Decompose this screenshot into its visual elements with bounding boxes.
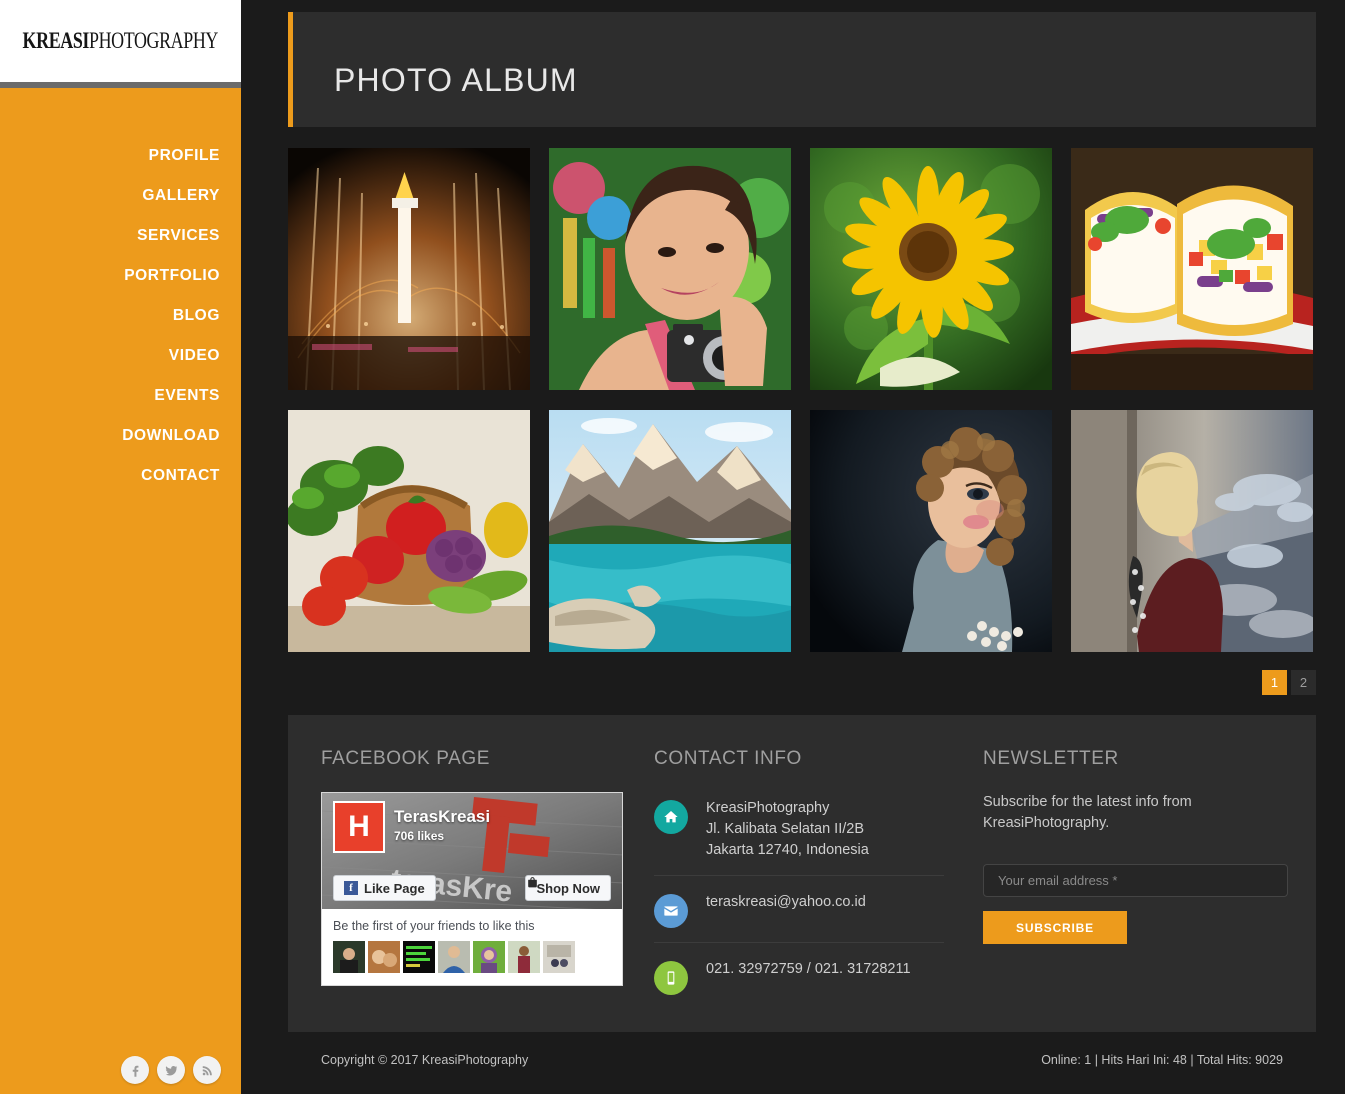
sidebar-item-profile[interactable]: PROFILE: [0, 136, 241, 176]
facebook-shop-now-button[interactable]: Shop Now: [525, 875, 611, 901]
facebook-cover-photo: terasKre H TerasKreasi 706 likes f Like …: [322, 793, 622, 909]
address-line-1: KreasiPhotography: [706, 800, 830, 816]
address-line-2: Jl. Kalibata Selatan II/2B: [706, 821, 864, 837]
sidebar-item-events[interactable]: EVENTS: [0, 376, 241, 416]
contact-phone: 021. 32972759 / 021. 31728211: [706, 961, 911, 977]
facebook-friend-thumb: [438, 941, 470, 973]
pagination-page-2[interactable]: 2: [1291, 670, 1316, 695]
contact-email-row: teraskreasi@yahoo.co.id: [654, 886, 944, 942]
avatar-glyph: H: [348, 810, 370, 843]
footer-facebook-column: FACEBOOK PAGE terasKre H TerasKreasi 706…: [321, 748, 623, 986]
copyright-bar: Copyright © 2017 KreasiPhotography Onlin…: [288, 1040, 1316, 1080]
gallery-photo-8[interactable]: [1071, 410, 1313, 652]
site-stats: Online: 1 | Hits Hari Ini: 48 | Total Hi…: [1041, 1053, 1283, 1067]
facebook-friend-thumb: [473, 941, 505, 973]
sidebar-item-download[interactable]: DOWNLOAD: [0, 416, 241, 456]
logo-text: KREASIPHOTOGRAPHY: [22, 28, 219, 54]
footer: FACEBOOK PAGE terasKre H TerasKreasi 706…: [288, 715, 1316, 1032]
facebook-friends-text: Be the first of your friends to like thi…: [333, 919, 535, 933]
shopping-bag-icon: [528, 877, 538, 888]
facebook-like-page-button[interactable]: f Like Page: [333, 875, 436, 901]
rss-icon[interactable]: [193, 1056, 221, 1084]
facebook-friend-thumb: [403, 941, 435, 973]
footer-contact-column: CONTACT INFO KreasiPhotography Jl. Kalib…: [654, 748, 944, 1009]
sidebar-item-blog[interactable]: BLOG: [0, 296, 241, 336]
like-page-label: Like Page: [364, 880, 425, 896]
newsletter-title: NEWSLETTER: [983, 748, 1119, 769]
facebook-icon[interactable]: [121, 1056, 149, 1084]
sidebar: KREASIPHOTOGRAPHY PROFILE GALLERY SERVICES…: [0, 0, 241, 1094]
gallery-photo-7[interactable]: [810, 410, 1052, 652]
facebook-avatar: H: [333, 801, 385, 853]
contact-phone-row: 021. 32972759 / 021. 31728211: [654, 953, 944, 1009]
pagination: 12: [288, 670, 1316, 695]
subscribe-button[interactable]: SUBSCRIBE: [983, 911, 1127, 944]
facebook-friend-thumb: [508, 941, 540, 973]
page-title: PHOTO ALBUM: [334, 62, 578, 98]
page-header: PHOTO ALBUM: [288, 12, 1316, 127]
sidebar-item-video[interactable]: VIDEO: [0, 336, 241, 376]
logo-light: PHOTOGRAPHY: [89, 28, 219, 53]
contact-divider-2: [654, 942, 944, 943]
pagination-page-1[interactable]: 1: [1262, 670, 1287, 695]
facebook-friend-thumb: [333, 941, 365, 973]
contact-address: KreasiPhotography Jl. Kalibata Selatan I…: [706, 798, 869, 861]
home-icon: [654, 800, 688, 834]
page-root: KREASIPHOTOGRAPHY PROFILE GALLERY SERVICES…: [0, 0, 1345, 1094]
newsletter-email-input[interactable]: [983, 864, 1288, 897]
gallery-photo-3[interactable]: [810, 148, 1052, 390]
facebook-page-name: TerasKreasi: [394, 807, 491, 826]
facebook-friend-thumbs: [333, 941, 611, 973]
sidebar-item-contact[interactable]: CONTACT: [0, 456, 241, 496]
header-accent-bar: [288, 12, 293, 127]
contact-title: CONTACT INFO: [654, 748, 802, 769]
social-links: [121, 1056, 221, 1084]
sidebar-item-services[interactable]: SERVICES: [0, 216, 241, 256]
gallery-photo-5[interactable]: [288, 410, 530, 652]
gallery-photo-1[interactable]: [288, 148, 530, 390]
facebook-friend-thumb: [543, 941, 575, 973]
newsletter-description: Subscribe for the latest info from Kreas…: [983, 794, 1192, 831]
sidebar-item-gallery[interactable]: GALLERY: [0, 176, 241, 216]
contact-email[interactable]: teraskreasi@yahoo.co.id: [706, 892, 866, 913]
sidebar-item-portfolio[interactable]: PORTFOLIO: [0, 256, 241, 296]
photo-grid: [288, 148, 1316, 652]
copyright-text: Copyright © 2017 KreasiPhotography: [321, 1053, 529, 1067]
facebook-f-icon: f: [344, 881, 358, 895]
contact-address-row: KreasiPhotography Jl. Kalibata Selatan I…: [654, 792, 944, 875]
mobile-phone-icon: [654, 961, 688, 995]
footer-newsletter-column: NEWSLETTER Subscribe for the latest info…: [983, 748, 1288, 944]
main-navigation: PROFILE GALLERY SERVICES PORTFOLIO BLOG VIDEO…: [0, 136, 241, 496]
facebook-page-widget[interactable]: terasKre H TerasKreasi 706 likes f Like …: [321, 792, 623, 986]
facebook-friend-thumb: [368, 941, 400, 973]
contact-divider-1: [654, 875, 944, 876]
site-logo[interactable]: KREASIPHOTOGRAPHY: [0, 0, 241, 82]
logo-bold: KREASI: [22, 28, 90, 53]
gallery-photo-2[interactable]: [549, 148, 791, 390]
facebook-title: FACEBOOK PAGE: [321, 748, 490, 769]
gallery-photo-4[interactable]: [1071, 148, 1313, 390]
twitter-icon[interactable]: [157, 1056, 185, 1084]
shop-now-label: Shop Now: [536, 880, 600, 896]
address-line-3: Jakarta 12740, Indonesia: [706, 842, 869, 858]
envelope-icon: [654, 894, 688, 928]
gallery-photo-6[interactable]: [549, 410, 791, 652]
logo-divider: [0, 82, 241, 88]
facebook-friends-section: Be the first of your friends to like thi…: [322, 909, 622, 985]
facebook-like-count: 706 likes: [394, 829, 445, 843]
